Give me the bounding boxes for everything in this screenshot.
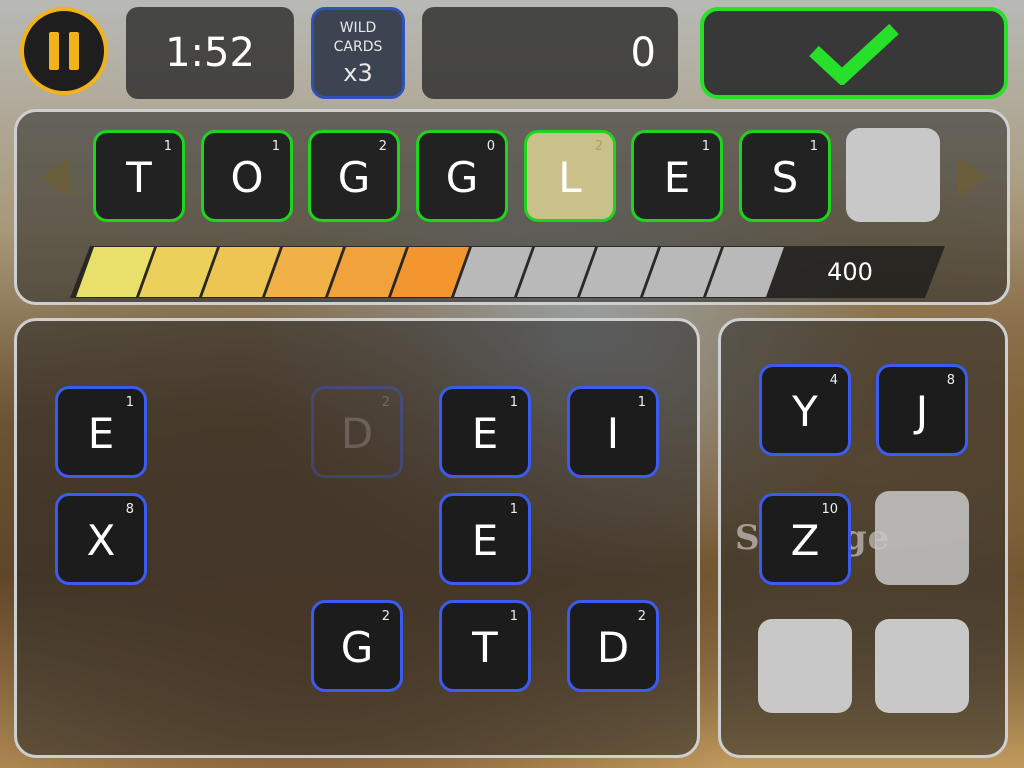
tile-points: 2 <box>381 395 390 410</box>
wild-cards-count: x3 <box>343 59 373 87</box>
tile-points: 2 <box>637 609 646 624</box>
board-tile[interactable]: 1 E <box>439 493 531 585</box>
checkmark-icon <box>809 23 899 85</box>
tile-letter: T <box>472 623 498 672</box>
board-tile[interactable]: 8 X <box>55 493 147 585</box>
tile-points: 1 <box>509 609 518 624</box>
board-tile[interactable]: 2 G <box>311 600 403 692</box>
word-tile[interactable]: 2 G <box>308 130 400 222</box>
tile-points: 1 <box>509 502 518 517</box>
empty-storage-slot[interactable] <box>875 619 969 713</box>
submit-word-button[interactable] <box>700 7 1008 99</box>
arrow-right-icon[interactable] <box>958 157 988 197</box>
tile-points: 8 <box>946 373 955 388</box>
tile-points: 1 <box>509 395 518 410</box>
tile-points: 1 <box>637 395 646 410</box>
tile-points: 0 <box>486 139 495 154</box>
tile-letter: X <box>86 516 116 565</box>
tile-letter: G <box>340 623 374 672</box>
tile-points: 2 <box>378 139 387 154</box>
tile-letter: S <box>771 153 799 202</box>
tile-letter: D <box>340 409 374 458</box>
tile-letter: Z <box>790 516 820 565</box>
tile-letter: E <box>87 409 115 458</box>
storage-tile[interactable]: 8 J <box>876 364 968 456</box>
tile-letter: L <box>558 153 582 202</box>
tile-points: 10 <box>821 502 838 517</box>
board-tile[interactable]: 1 I <box>567 386 659 478</box>
tile-letter: E <box>471 516 499 565</box>
tile-letter: J <box>915 387 929 436</box>
board-tile[interactable]: 2 D <box>567 600 659 692</box>
word-tile[interactable]: 0 G <box>416 130 508 222</box>
board-tile[interactable]: 1 E <box>439 386 531 478</box>
tile-letter: E <box>471 409 499 458</box>
word-tile[interactable]: 1 S <box>739 130 831 222</box>
tile-letter: Y <box>792 387 818 436</box>
word-tile-highlighted[interactable]: 2 L <box>524 130 616 222</box>
empty-storage-slot[interactable] <box>758 619 852 713</box>
tile-letter: G <box>445 153 479 202</box>
tile-letter: D <box>596 623 630 672</box>
tile-points: 8 <box>125 502 134 517</box>
tile-letter: T <box>126 153 152 202</box>
tile-letter: O <box>230 153 264 202</box>
progress-score-label: 400 <box>827 258 873 286</box>
storage-tile[interactable]: 10 Z <box>759 493 851 585</box>
wild-cards-button[interactable]: WILD CARDS x3 <box>311 7 405 99</box>
pause-button[interactable] <box>20 7 108 95</box>
board-tile-used: 2 D <box>311 386 403 478</box>
board-tile[interactable]: 1 E <box>55 386 147 478</box>
word-tile[interactable]: 1 E <box>631 130 723 222</box>
arrow-left-icon[interactable] <box>40 157 70 197</box>
tile-points: 1 <box>125 395 134 410</box>
empty-storage-slot[interactable] <box>875 491 969 585</box>
empty-word-slot[interactable] <box>846 128 940 222</box>
tile-points: 1 <box>271 139 280 154</box>
tile-points: 1 <box>163 139 172 154</box>
score-display: 0 <box>422 7 678 99</box>
word-tile[interactable]: 1 T <box>93 130 185 222</box>
tile-points: 2 <box>381 609 390 624</box>
tile-letter: G <box>337 153 371 202</box>
word-tile[interactable]: 1 O <box>201 130 293 222</box>
tile-points: 4 <box>829 373 838 388</box>
board-tile[interactable]: 1 T <box>439 600 531 692</box>
timer: 1:52 <box>126 7 294 99</box>
tile-points: 2 <box>594 139 603 154</box>
tile-points: 1 <box>701 139 710 154</box>
pause-icon <box>49 32 59 70</box>
storage-tile[interactable]: 4 Y <box>759 364 851 456</box>
tile-points: 1 <box>809 139 818 154</box>
wild-cards-label: WILD CARDS <box>333 20 383 55</box>
tile-letter: I <box>606 409 620 458</box>
tile-letter: E <box>663 153 691 202</box>
